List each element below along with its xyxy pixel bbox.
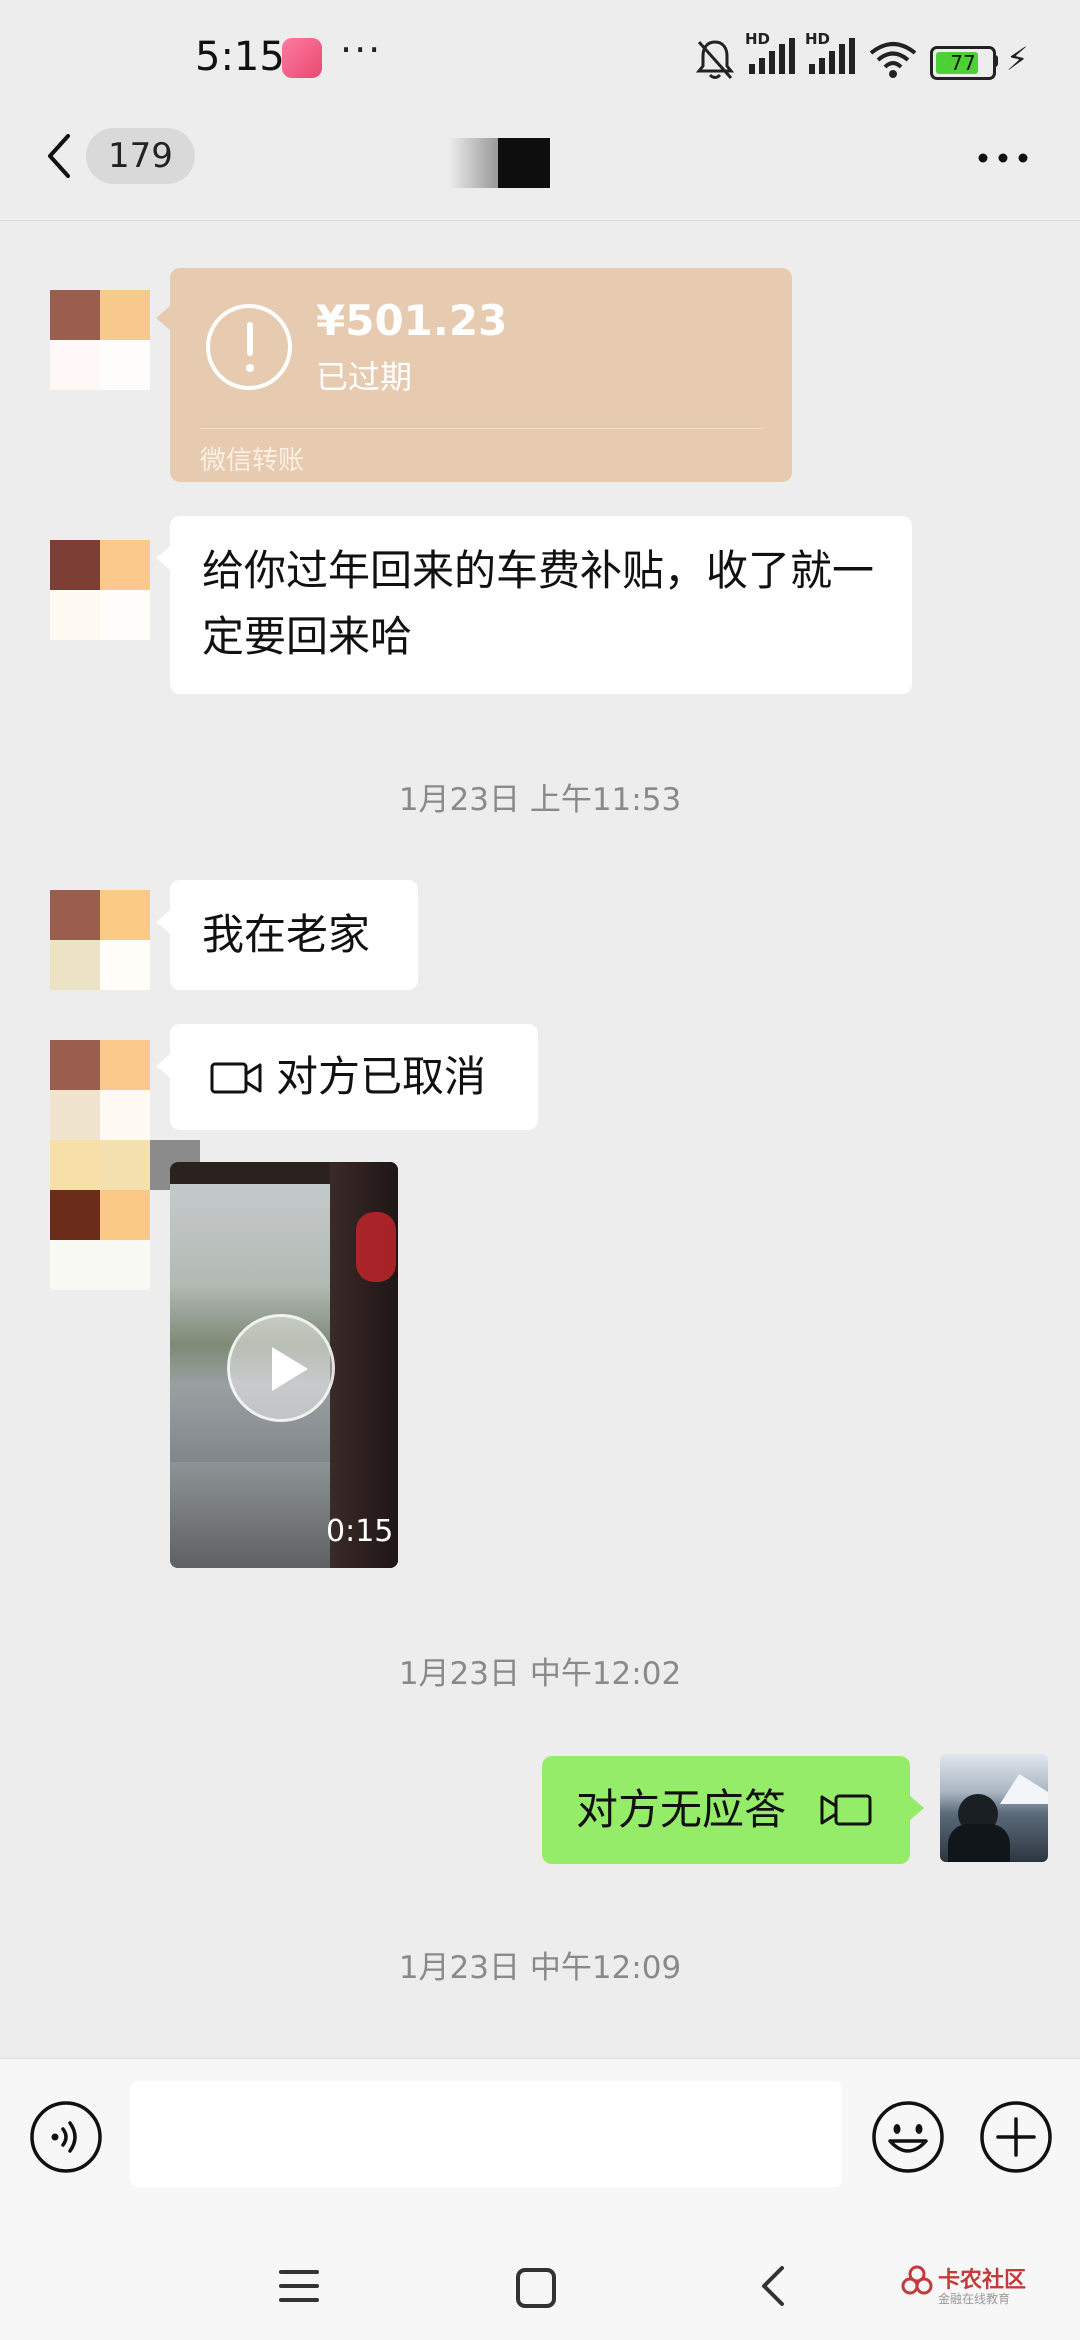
contact-avatar[interactable] [50, 1040, 150, 1140]
signal-hd-label-2: HD [805, 30, 831, 48]
timestamp: 1月23日 中午12:02 [398, 1656, 682, 1692]
chat-title-redacted [448, 138, 550, 188]
timestamp: 1月23日 中午12:09 [398, 1950, 682, 1986]
signal-icon-2: HD [805, 30, 857, 82]
play-icon[interactable] [227, 1314, 335, 1422]
transfer-source-label: 微信转账 [200, 446, 305, 476]
message-bubble[interactable]: 我在老家 [156, 880, 418, 990]
avatar-mosaic-block [50, 1240, 150, 1290]
video-call-status: 对方无应答 [576, 1785, 787, 1834]
app-notification-icon [282, 38, 322, 78]
nav-back-icon[interactable] [758, 2262, 788, 2310]
watermark: 卡农社区 金融在线教育 [900, 2260, 1030, 2310]
nav-home-icon[interactable] [514, 2266, 558, 2310]
video-call-status: 对方已取消 [276, 1052, 487, 1101]
battery-icon: 77 [930, 46, 996, 80]
transfer-card[interactable]: ¥501.23 已过期 微信转账 [156, 268, 792, 482]
input-bar [0, 2058, 1080, 2229]
status-bar: 5:15 ··· HD HD 77 ⚡ [0, 0, 1080, 120]
watermark-logo-icon [901, 2265, 933, 2295]
battery-percent: 77 [950, 51, 976, 75]
redaction-block [498, 138, 550, 188]
system-nav-bar: 卡农社区 金融在线教育 [0, 2228, 1080, 2340]
emoji-icon[interactable] [870, 2099, 946, 2175]
redaction-block [448, 138, 498, 188]
expired-icon [206, 304, 292, 390]
transfer-amount: ¥501.23 [316, 296, 508, 345]
bell-muted-icon [695, 40, 735, 79]
video-call-icon [210, 1062, 262, 1094]
my-avatar[interactable] [940, 1754, 1048, 1862]
voice-icon[interactable] [28, 2099, 104, 2175]
status-more-icon: ··· [340, 28, 383, 72]
message-bubble[interactable]: 给你过年回来的车费补贴，收了就一定要回来哈 [156, 516, 912, 694]
message-text: 给你过年回来的车费补贴，收了就一定要回来哈 [202, 546, 875, 661]
signal-hd-label-1: HD [745, 30, 771, 48]
back-icon[interactable] [40, 128, 80, 184]
status-time: 5:15 [195, 34, 285, 80]
signal-icon-1: HD [745, 30, 797, 82]
wifi-icon [869, 42, 917, 78]
message-input[interactable] [130, 2081, 842, 2187]
contact-avatar[interactable] [50, 890, 150, 990]
contact-avatar[interactable] [50, 1140, 150, 1240]
timestamp: 1月23日 上午11:53 [398, 782, 682, 818]
transfer-status: 已过期 [316, 358, 413, 396]
video-call-bubble-outgoing[interactable]: 对方无应答 [542, 1756, 924, 1864]
video-message[interactable]: 0:15 [170, 1162, 398, 1568]
charging-icon: ⚡ [1006, 40, 1029, 78]
more-icon[interactable] [975, 150, 1031, 166]
video-call-icon [820, 1794, 872, 1826]
message-text: 我在老家 [202, 910, 371, 959]
plus-icon[interactable] [978, 2099, 1054, 2175]
video-call-bubble[interactable]: 对方已取消 [156, 1024, 538, 1130]
watermark-subtitle: 金融在线教育 [938, 2292, 1011, 2306]
nav-menu-icon[interactable] [278, 2266, 320, 2306]
battery-tip [993, 55, 998, 67]
video-duration: 0:15 [326, 1514, 394, 1549]
contact-avatar[interactable] [50, 540, 150, 640]
contact-avatar[interactable] [50, 290, 150, 390]
unread-count-badge[interactable]: 179 [86, 128, 195, 184]
title-divider [0, 220, 1080, 221]
transfer-divider [200, 428, 762, 429]
